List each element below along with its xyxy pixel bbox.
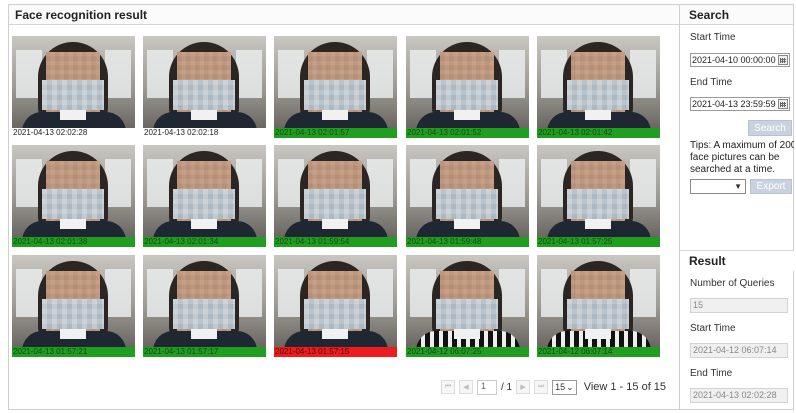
face-photo xyxy=(274,36,397,128)
capture-timestamp: 2021-04-13 01:59:48 xyxy=(406,237,529,247)
panel-title: Face recognition result xyxy=(9,5,679,25)
export-button[interactable]: Export xyxy=(750,179,792,194)
result-end-field: 2021-04-13 02:02:28 xyxy=(690,388,788,403)
view-range-text: View 1 - 15 of 15 xyxy=(583,381,667,393)
face-thumbnail[interactable]: 2021-04-13 01:57:25 xyxy=(537,145,660,247)
end-time-input[interactable]: 2021-04-13 23:59:59 xyxy=(690,97,790,111)
search-title: Search xyxy=(680,5,793,25)
chevron-down-icon: ▼ xyxy=(734,182,742,191)
search-sidebar: Search Start Time 2021-04-10 00:00:00 En… xyxy=(680,4,794,410)
result-start-label: Start Time xyxy=(690,323,736,334)
next-page-button[interactable]: ▶ xyxy=(516,380,531,394)
calendar-icon[interactable] xyxy=(778,55,788,65)
face-thumbnail[interactable]: 2021-04-13 02:01:34 xyxy=(143,145,266,247)
result-title: Result xyxy=(680,251,794,271)
face-thumbnail[interactable]: 2021-04-13 02:01:52 xyxy=(406,36,529,138)
face-photo xyxy=(274,255,397,347)
face-photo xyxy=(537,36,660,128)
result-end-label: End Time xyxy=(690,368,733,379)
face-thumbnail[interactable]: 2021-04-13 01:57:21 xyxy=(12,255,135,357)
face-photo xyxy=(537,145,660,237)
capture-timestamp: 2021-04-13 02:01:42 xyxy=(537,128,660,138)
face-thumbnail[interactable]: 2021-04-13 01:57:15 xyxy=(274,255,397,357)
face-photo xyxy=(537,255,660,347)
capture-timestamp: 2021-04-13 02:02:28 xyxy=(12,128,135,138)
search-tips: Tips: A maximum of 20000 face pictures c… xyxy=(690,140,794,176)
start-time-label: Start Time xyxy=(690,32,736,43)
page-number-input[interactable]: 1 xyxy=(477,379,497,395)
query-count-label: Number of Queries xyxy=(690,278,775,289)
result-section: Result Number of Queries 15 Start Time 2… xyxy=(680,250,794,403)
face-photo xyxy=(143,36,266,128)
search-button[interactable]: Search xyxy=(748,120,792,136)
capture-timestamp: 2021-04-12 06:07:25 xyxy=(406,347,529,357)
face-thumbnail[interactable]: 2021-04-12 06:07:25 xyxy=(406,255,529,357)
tips-line: Tips: A maximum of 20000 xyxy=(690,140,794,151)
start-time-value: 2021-04-10 00:00:00 xyxy=(692,55,776,65)
first-page-button[interactable]: ⏮ xyxy=(441,380,455,394)
face-thumbnail[interactable]: 2021-04-13 02:02:18 xyxy=(143,36,266,138)
face-thumbnail[interactable]: 2021-04-13 02:01:57 xyxy=(274,36,397,138)
tips-line: face pictures can be xyxy=(690,152,780,163)
capture-timestamp: 2021-04-13 01:57:25 xyxy=(537,237,660,247)
face-photo xyxy=(406,255,529,347)
capture-timestamp: 2021-04-13 01:57:21 xyxy=(12,347,135,357)
face-photo xyxy=(406,36,529,128)
result-start-field: 2021-04-12 06:07:14 xyxy=(690,343,788,358)
face-photo xyxy=(274,145,397,237)
face-thumbnail[interactable]: 2021-04-13 01:59:54 xyxy=(274,145,397,247)
page-size-value: 15 xyxy=(555,382,566,392)
export-format-select[interactable]: ▼ xyxy=(690,179,746,194)
face-thumbnail[interactable]: 2021-04-13 02:01:38 xyxy=(12,145,135,247)
chevron-down-icon: ⌄ xyxy=(566,381,574,392)
capture-timestamp: 2021-04-13 01:57:15 xyxy=(274,347,397,357)
capture-timestamp: 2021-04-13 02:01:38 xyxy=(12,237,135,247)
face-thumbnail[interactable]: 2021-04-12 06:07:14 xyxy=(537,255,660,357)
capture-timestamp: 2021-04-13 02:01:34 xyxy=(143,237,266,247)
end-time-value: 2021-04-13 23:59:59 xyxy=(692,99,776,109)
face-thumbnail[interactable]: 2021-04-13 02:01:42 xyxy=(537,36,660,138)
prev-page-button[interactable]: ◀ xyxy=(459,380,473,394)
start-time-input[interactable]: 2021-04-10 00:00:00 xyxy=(690,53,790,67)
face-thumbnail[interactable]: 2021-04-13 01:59:48 xyxy=(406,145,529,247)
tips-line: searched at a time. xyxy=(690,164,776,175)
face-photo xyxy=(12,36,135,128)
last-page-button[interactable]: ⏭ xyxy=(534,380,549,394)
total-pages: / 1 xyxy=(501,381,513,393)
query-count-field: 15 xyxy=(690,298,788,313)
face-thumbnail[interactable]: 2021-04-13 02:02:28 xyxy=(12,36,135,138)
capture-timestamp: 2021-04-13 01:57:17 xyxy=(143,347,266,357)
face-photo xyxy=(406,145,529,237)
capture-timestamp: 2021-04-13 02:01:52 xyxy=(406,128,529,138)
face-photo xyxy=(143,145,266,237)
face-photo xyxy=(143,255,266,347)
page-size-select[interactable]: 15 ⌄ xyxy=(552,379,577,395)
pagination: ⏮ ◀ 1 / 1 ▶ ⏭ 15 ⌄ View 1 - 15 of 15 xyxy=(441,378,666,396)
face-photo xyxy=(12,145,135,237)
face-photo xyxy=(12,255,135,347)
capture-timestamp: 2021-04-13 01:59:54 xyxy=(274,237,397,247)
end-time-label: End Time xyxy=(690,77,733,88)
capture-timestamp: 2021-04-13 02:01:57 xyxy=(274,128,397,138)
capture-timestamp: 2021-04-13 02:02:18 xyxy=(143,128,266,138)
face-thumbnail[interactable]: 2021-04-13 01:57:17 xyxy=(143,255,266,357)
calendar-icon[interactable] xyxy=(778,99,788,109)
capture-timestamp: 2021-04-12 06:07:14 xyxy=(537,347,660,357)
